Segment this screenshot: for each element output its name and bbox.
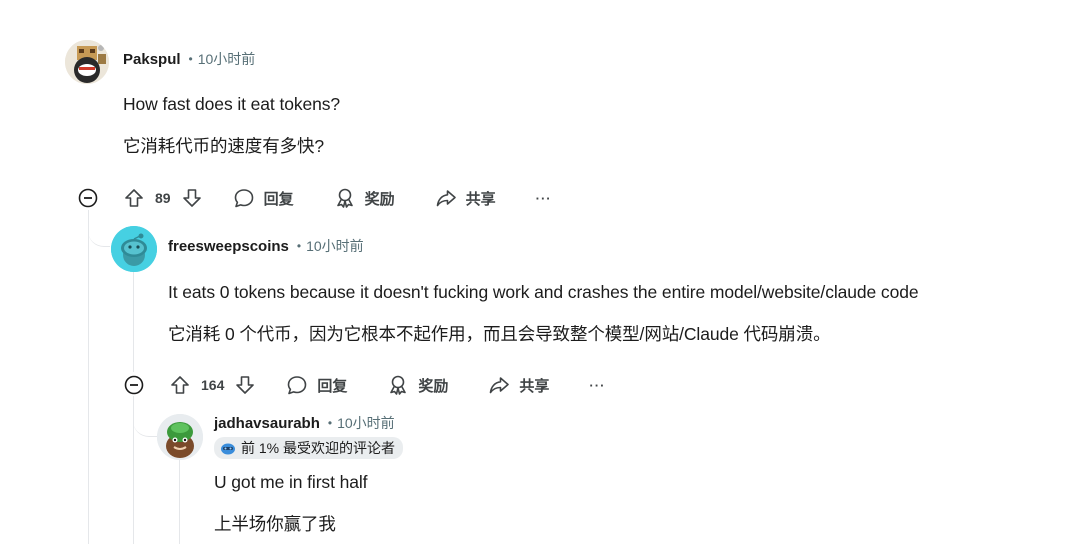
more-options-button[interactable]: ··· bbox=[536, 191, 552, 206]
comment-meta: freesweepscoins • 10小时前 bbox=[168, 235, 364, 257]
more-options-icon: ··· bbox=[589, 377, 606, 393]
award-icon bbox=[336, 188, 353, 208]
upvote-icon[interactable] bbox=[123, 187, 145, 209]
more-options-icon: ··· bbox=[535, 190, 552, 206]
author-name[interactable]: Pakspul bbox=[123, 51, 181, 68]
meta-separator: • bbox=[188, 52, 193, 66]
comment-bubble-icon bbox=[234, 189, 253, 208]
meta-separator: • bbox=[327, 416, 333, 430]
avatar[interactable] bbox=[157, 414, 203, 460]
share-icon bbox=[490, 377, 510, 394]
reply-button[interactable]: 回复 bbox=[286, 374, 347, 396]
collapse-thread-icon[interactable] bbox=[124, 375, 144, 395]
meta-separator: • bbox=[296, 239, 302, 253]
award-button[interactable]: 奖励 bbox=[334, 187, 395, 209]
timestamp[interactable]: 10小时前 bbox=[337, 413, 395, 433]
comment-text-translation: 它消耗 0 个代币，因为它根本不起作用，而且会导致整个模型/网站/Claude … bbox=[168, 324, 831, 344]
comment-text: How fast does it eat tokens? bbox=[123, 94, 341, 114]
comment-meta: Pakspul • 10小时前 bbox=[123, 48, 255, 70]
award-icon bbox=[390, 375, 407, 395]
downvote-icon[interactable] bbox=[234, 374, 256, 396]
author-name[interactable]: freesweepscoins bbox=[168, 238, 289, 255]
user-flair-badge[interactable]: 前 1% 最受欢迎的评论者 bbox=[214, 437, 404, 459]
comment-actions: 164 回复 奖励 共享 ··· bbox=[169, 371, 605, 399]
thread-line[interactable] bbox=[179, 460, 180, 544]
share-button[interactable]: 共享 bbox=[488, 374, 549, 396]
reply-button[interactable]: 回复 bbox=[233, 187, 294, 209]
vote-count: 89 bbox=[155, 190, 171, 206]
comment-meta: jadhavsaurabh • 10小时前 bbox=[214, 412, 395, 434]
vote-count: 164 bbox=[201, 377, 225, 393]
share-label: 共享 bbox=[519, 377, 550, 395]
thread-line[interactable] bbox=[133, 272, 134, 372]
comment-text-translation: 它消耗代币的速度有多快? bbox=[123, 136, 325, 156]
flair-label: 前 1% 最受欢迎的评论者 bbox=[241, 440, 396, 456]
reply-label: 回复 bbox=[263, 190, 294, 208]
award-button[interactable]: 奖励 bbox=[387, 374, 448, 396]
avatar[interactable] bbox=[111, 226, 157, 272]
thread-line[interactable] bbox=[88, 210, 89, 544]
comment-actions: 89 回复 奖励 共享 ··· bbox=[123, 184, 552, 212]
downvote-icon[interactable] bbox=[181, 187, 203, 209]
comment-bubble-icon bbox=[288, 376, 307, 395]
share-icon bbox=[436, 190, 456, 207]
top-commenter-icon bbox=[221, 443, 235, 455]
share-button[interactable]: 共享 bbox=[435, 187, 496, 209]
author-name[interactable]: jadhavsaurabh bbox=[214, 415, 320, 432]
comment-thread: Pakspul • 10小时前 How fast does it eat tok… bbox=[0, 0, 1080, 544]
award-label: 奖励 bbox=[364, 190, 395, 208]
more-options-button[interactable]: ··· bbox=[589, 378, 605, 393]
award-label: 奖励 bbox=[418, 377, 449, 395]
comment-text-translation: 上半场你赢了我 bbox=[214, 514, 336, 534]
reply-label: 回复 bbox=[317, 377, 348, 395]
comment-text: It eats 0 tokens because it doesn't fuck… bbox=[168, 282, 919, 302]
timestamp[interactable]: 10小时前 bbox=[306, 236, 364, 256]
avatar[interactable] bbox=[65, 40, 109, 84]
comment-text: U got me in first half bbox=[214, 472, 368, 492]
upvote-icon[interactable] bbox=[169, 374, 191, 396]
thread-connector bbox=[88, 210, 110, 247]
collapse-thread-icon[interactable] bbox=[78, 188, 98, 208]
timestamp[interactable]: 10小时前 bbox=[198, 49, 256, 69]
share-label: 共享 bbox=[465, 190, 496, 208]
thread-connector bbox=[133, 396, 157, 437]
